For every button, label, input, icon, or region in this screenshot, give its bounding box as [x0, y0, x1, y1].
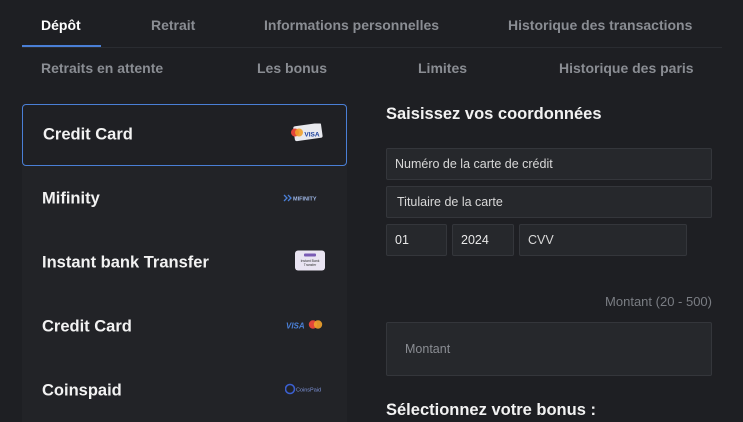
amount-range-hint: Montant (20 - 500) — [605, 294, 712, 309]
expiry-year-input[interactable] — [452, 224, 514, 256]
tab-informations-personnelles[interactable]: Informations personnelles — [264, 17, 439, 33]
tab-retrait[interactable]: Retrait — [151, 17, 195, 33]
amount-input[interactable] — [386, 322, 712, 376]
svg-text:CoinsPaid: CoinsPaid — [296, 388, 321, 394]
svg-text:MIFINITY: MIFINITY — [293, 197, 317, 203]
card-holder-input[interactable] — [386, 186, 712, 218]
tab-depot[interactable]: Dépôt — [41, 17, 81, 33]
tab-historique-paris[interactable]: Historique des paris — [559, 60, 694, 76]
svg-text:VISA: VISA — [304, 132, 319, 139]
payment-method-label: Credit Card — [43, 125, 133, 144]
tab-retraits-en-attente[interactable]: Retraits en attente — [41, 60, 163, 76]
svg-text:Transfer: Transfer — [304, 263, 317, 267]
coinspaid-logo: CoinsPaid — [284, 382, 325, 400]
active-tab-indicator — [22, 45, 101, 47]
payment-method-credit-card[interactable]: Credit Card VISA — [22, 104, 347, 166]
payment-method-label: Mifinity — [42, 189, 100, 208]
instant-bank-transfer-logo: Instant Bank Transfer — [295, 250, 325, 276]
payment-methods-list: Credit Card VISA Mifinity MIFINITY Insta… — [22, 104, 347, 422]
form-title: Saisissez vos coordonnées — [386, 105, 602, 123]
expiry-month-input[interactable] — [386, 224, 447, 256]
payment-method-label: Instant bank Transfer — [42, 253, 209, 272]
payment-method-credit-card-2[interactable]: Credit Card VISA — [22, 296, 347, 358]
payment-method-label: Coinspaid — [42, 381, 122, 400]
card-number-input[interactable] — [386, 148, 712, 180]
tab-historique-transactions[interactable]: Historique des transactions — [508, 17, 692, 33]
payment-method-instant-bank-transfer[interactable]: Instant bank Transfer Instant Bank Trans… — [22, 232, 347, 294]
payment-method-label: Credit Card — [42, 317, 132, 336]
payment-method-mifinity[interactable]: Mifinity MIFINITY — [22, 168, 347, 230]
bonus-section-title: Sélectionnez votre bonus : — [386, 401, 596, 419]
tabs-divider — [22, 47, 722, 48]
tab-les-bonus[interactable]: Les bonus — [257, 60, 327, 76]
visa-mastercard-icon: VISA — [285, 318, 325, 337]
payment-method-coinspaid[interactable]: Coinspaid CoinsPaid — [22, 360, 347, 422]
visa-card-icon: VISA — [290, 122, 324, 147]
svg-text:VISA: VISA — [286, 322, 305, 331]
tab-limites[interactable]: Limites — [418, 60, 467, 76]
mifinity-logo: MIFINITY — [283, 190, 325, 208]
cvv-input[interactable] — [519, 224, 687, 256]
